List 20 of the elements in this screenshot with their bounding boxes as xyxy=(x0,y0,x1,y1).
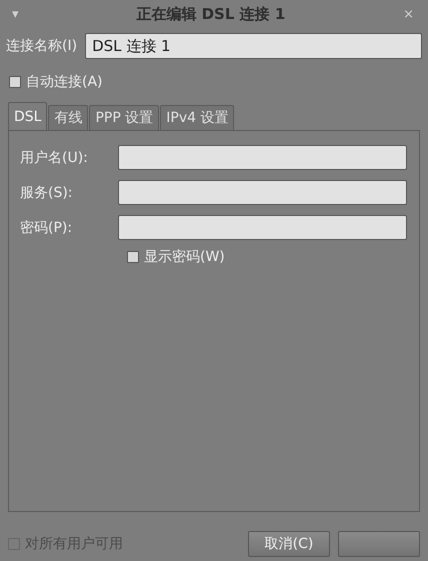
tab[interactable]: PPP 设置 xyxy=(89,105,160,130)
input-field[interactable] xyxy=(118,180,407,205)
checkbox[interactable] xyxy=(9,76,21,88)
checkbox-label: 自动连接(A) xyxy=(26,73,103,91)
menu-glyph[interactable]: ▾ xyxy=(12,6,19,22)
field-label: 连接名称(I) xyxy=(6,37,78,55)
input-field[interactable] xyxy=(118,145,407,170)
field-label: 密码(P): xyxy=(20,218,74,236)
dialog-button[interactable]: 取消(C) xyxy=(248,531,330,557)
input-field[interactable]: DSL 连接 1 xyxy=(85,33,422,59)
field-label: 服务(S): xyxy=(20,184,74,202)
field-label: 用户名(U): xyxy=(20,148,89,166)
checkbox-label: 显示密码(W) xyxy=(144,248,225,266)
window-title: 正在编辑 DSL 连接 1 xyxy=(135,4,286,24)
checkbox[interactable] xyxy=(127,251,139,263)
input-field[interactable] xyxy=(118,215,407,240)
tab[interactable]: 有线 xyxy=(48,105,88,130)
tab[interactable]: IPv4 设置 xyxy=(160,105,234,130)
close-glyph[interactable]: × xyxy=(403,6,414,22)
tab[interactable]: DSL xyxy=(8,102,48,130)
